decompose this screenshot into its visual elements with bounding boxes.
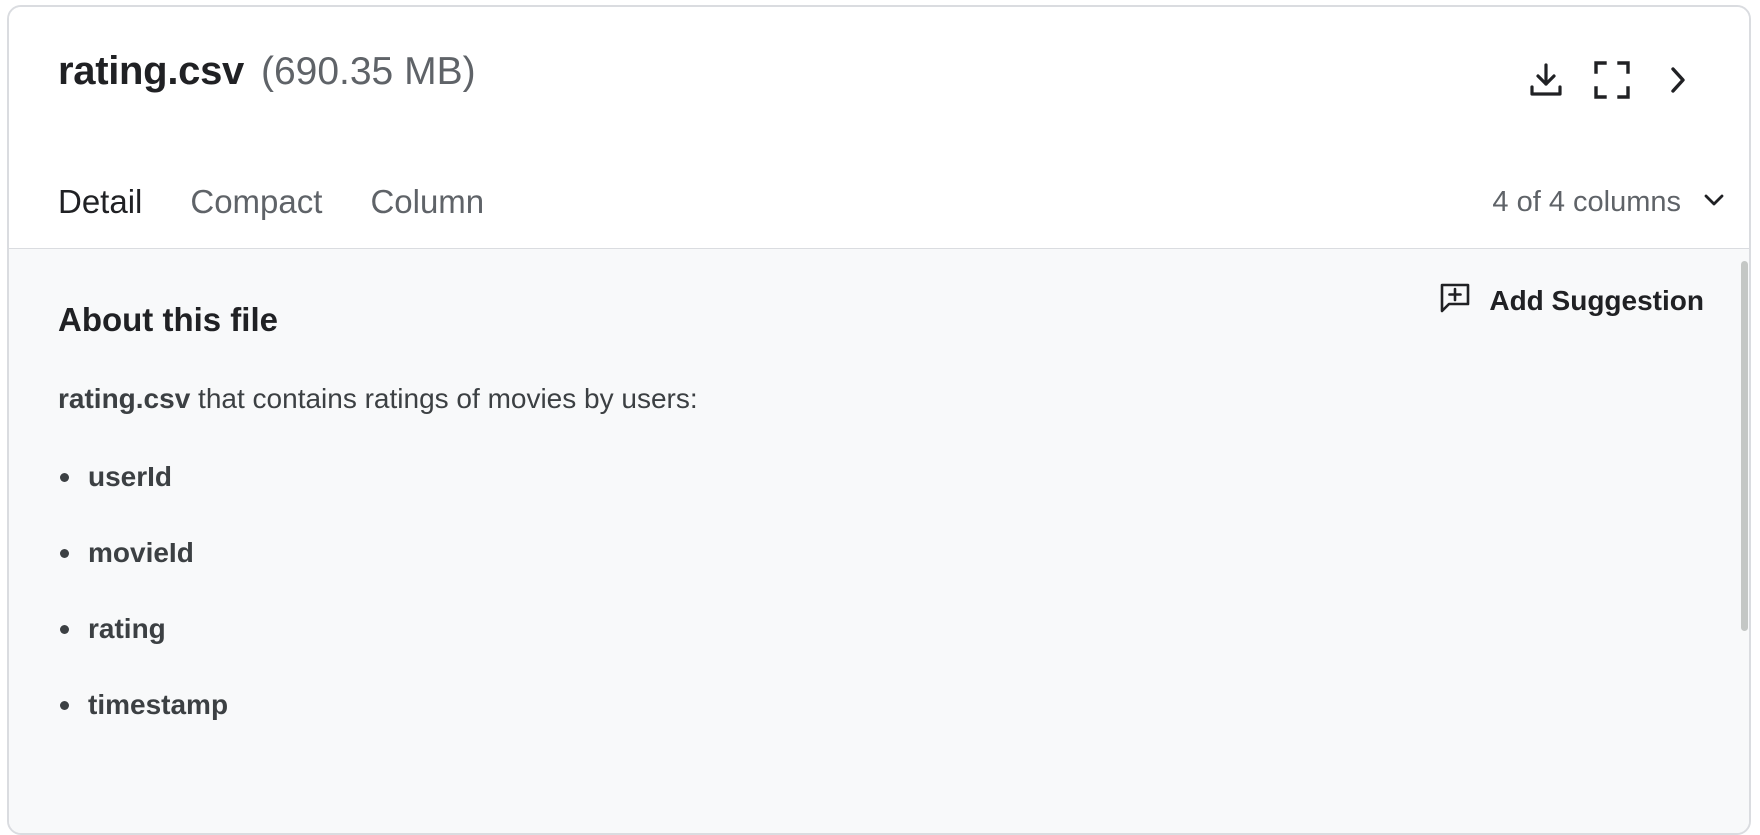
download-icon[interactable] bbox=[1527, 59, 1565, 101]
list-item: movieId bbox=[58, 515, 228, 591]
chevron-down-icon bbox=[1703, 193, 1725, 212]
file-name: rating.csv bbox=[58, 49, 244, 93]
fullscreen-icon[interactable] bbox=[1593, 59, 1631, 101]
column-list: userId movieId rating timestamp bbox=[58, 439, 228, 743]
scrollbar-thumb[interactable] bbox=[1741, 261, 1748, 631]
bullet bbox=[60, 624, 69, 634]
column-name: movieId bbox=[88, 537, 194, 568]
scrollbar[interactable] bbox=[1739, 249, 1749, 833]
column-name: userId bbox=[88, 461, 173, 492]
file-header: rating.csv (690.35 MB) Detail Compact Co… bbox=[9, 7, 1749, 256]
tab-column[interactable]: Column bbox=[370, 183, 484, 249]
header-actions bbox=[1527, 59, 1697, 101]
file-size: (690.35 MB) bbox=[260, 50, 476, 93]
tab-compact[interactable]: Compact bbox=[190, 183, 322, 249]
bullet bbox=[60, 700, 69, 710]
list-item: timestamp bbox=[58, 667, 228, 743]
description-text: that contains ratings of movies by users… bbox=[190, 383, 698, 414]
file-detail-body: About this file Add Suggestion rating.cs… bbox=[9, 249, 1749, 833]
columns-count-label: 4 of 4 columns bbox=[1492, 186, 1681, 218]
about-title: About this file bbox=[58, 301, 278, 338]
add-suggestion-button[interactable]: Add Suggestion bbox=[1439, 282, 1704, 319]
file-preview-card: rating.csv (690.35 MB) Detail Compact Co… bbox=[7, 5, 1751, 835]
bullet bbox=[60, 548, 69, 558]
list-item: userId bbox=[58, 439, 228, 515]
list-item: rating bbox=[58, 591, 228, 667]
tab-detail[interactable]: Detail bbox=[58, 183, 143, 256]
column-name: rating bbox=[88, 613, 166, 644]
description-file-name: rating.csv bbox=[58, 383, 191, 414]
view-tabs: Detail Compact Column bbox=[58, 183, 484, 256]
columns-selector[interactable]: 4 of 4 columns bbox=[1492, 186, 1725, 219]
column-name: timestamp bbox=[88, 689, 229, 720]
chevron-right-icon[interactable] bbox=[1659, 59, 1697, 101]
add-suggestion-label: Add Suggestion bbox=[1489, 284, 1704, 316]
bullet bbox=[60, 472, 69, 482]
file-title-row: rating.csv (690.35 MB) bbox=[58, 49, 476, 94]
file-description: rating.csv that contains ratings of movi… bbox=[58, 383, 698, 415]
comment-plus-icon bbox=[1439, 282, 1471, 319]
